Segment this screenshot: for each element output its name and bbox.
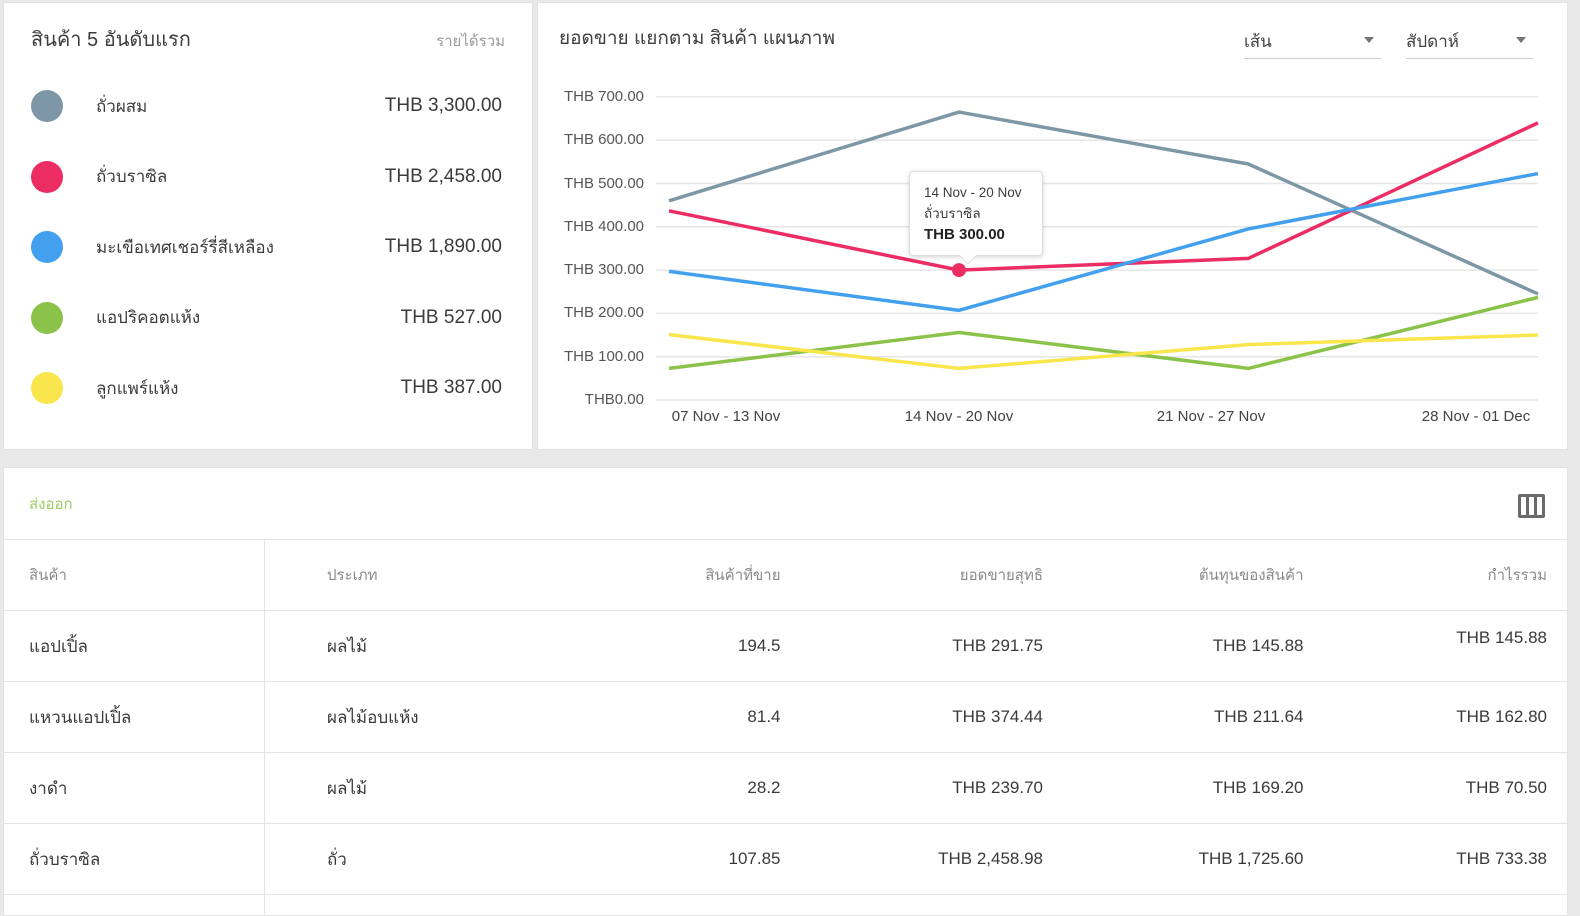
revenue-column-label: รายได้รวม bbox=[436, 29, 505, 53]
series-color-dot bbox=[31, 161, 63, 193]
line-chart: THB 700.00 THB 600.00 THB 500.00 THB 400.00… bbox=[556, 81, 1546, 437]
list-item: ถั่วผสม THB 3,300.00 bbox=[4, 73, 532, 139]
y-tick-label: THB0.00 bbox=[556, 391, 644, 408]
product-revenue: THB 2,458.00 bbox=[385, 166, 502, 188]
chevron-down-icon bbox=[1516, 37, 1526, 43]
export-button[interactable]: ส่งออก bbox=[29, 492, 73, 516]
tooltip-period: 14 Nov - 20 Nov bbox=[924, 182, 1042, 203]
x-tick-label: 28 Nov - 01 Dec bbox=[1422, 408, 1530, 425]
period-value: สัปดาห์ bbox=[1406, 32, 1459, 51]
sales-table: สินค้าประเภทสินค้าที่ขายยอดขายสุทธิต้นทุ… bbox=[4, 539, 1567, 916]
list-item: ถั่วบราซิล THB 2,458.00 bbox=[4, 144, 532, 210]
chart-type-value: เส้น bbox=[1244, 32, 1272, 51]
table-cell: ผลไม้อบแห้ง bbox=[265, 682, 526, 753]
table-header-row: สินค้าประเภทสินค้าที่ขายยอดขายสุทธิต้นทุ… bbox=[4, 540, 1567, 611]
table-cell: THB 169.20 bbox=[1046, 753, 1307, 824]
table-cell: THB 2,458.98 bbox=[786, 824, 1047, 895]
list-item: ลูกแพร์แห้ง THB 387.00 bbox=[4, 355, 532, 421]
top-products-card: สินค้า 5 อันดับแรก รายได้รวม ถั่วผสม THB … bbox=[3, 2, 533, 450]
top-products-title: สินค้า 5 อันดับแรก bbox=[31, 23, 191, 55]
column-header: ประเภท bbox=[265, 540, 526, 611]
table-cell: 194.5 bbox=[525, 611, 786, 682]
table-cell: THB 145.88 bbox=[1307, 603, 1568, 674]
table-cell: แอปเปิ้ล bbox=[4, 611, 265, 682]
list-item: แอปริคอตแห้ง THB 527.00 bbox=[4, 285, 532, 351]
y-tick-label: THB 100.00 bbox=[556, 348, 644, 365]
table-cell: THB 162.80 bbox=[1307, 682, 1568, 753]
column-header: สินค้าที่ขาย bbox=[525, 540, 786, 611]
column-header: ต้นทุนของสินค้า bbox=[1046, 540, 1307, 611]
chart-canvas bbox=[556, 81, 1546, 437]
product-name: ถั่วบราซิล bbox=[96, 163, 167, 190]
table-row bbox=[4, 895, 1567, 916]
table-cell: THB 239.70 bbox=[786, 753, 1047, 824]
y-tick-label: THB 300.00 bbox=[556, 261, 644, 278]
chart-type-dropdown[interactable]: เส้น bbox=[1244, 28, 1381, 59]
table-cell: งาดำ bbox=[4, 753, 265, 824]
chart-line bbox=[669, 112, 1538, 294]
chevron-down-icon bbox=[1364, 37, 1374, 43]
table-cell: 81.4 bbox=[525, 682, 786, 753]
chart-line bbox=[669, 123, 1538, 270]
product-revenue: THB 387.00 bbox=[401, 377, 502, 399]
y-tick-label: THB 500.00 bbox=[556, 175, 644, 192]
table-row: ถั่วบราซิลถั่ว107.85THB 2,458.98THB 1,72… bbox=[4, 824, 1567, 895]
y-tick-label: THB 200.00 bbox=[556, 304, 644, 321]
product-name: ลูกแพร์แห้ง bbox=[96, 375, 178, 402]
chart-title: ยอดขาย แยกตาม สินค้า แผนภาพ bbox=[559, 23, 835, 53]
column-header: กำไรรวม bbox=[1307, 540, 1568, 611]
y-tick-label: THB 600.00 bbox=[556, 131, 644, 148]
y-tick-label: THB 400.00 bbox=[556, 218, 644, 235]
x-tick-label: 14 Nov - 20 Nov bbox=[905, 408, 1013, 425]
product-name: ถั่วผสม bbox=[96, 93, 147, 120]
product-revenue: THB 1,890.00 bbox=[385, 236, 502, 258]
series-color-dot bbox=[31, 372, 63, 404]
highlighted-point bbox=[952, 263, 966, 277]
period-dropdown[interactable]: สัปดาห์ bbox=[1406, 28, 1533, 59]
table-cell: 107.85 bbox=[525, 824, 786, 895]
table-cell: THB 1,725.60 bbox=[1046, 824, 1307, 895]
list-item: มะเขือเทศเชอร์รี่สีเหลือง THB 1,890.00 bbox=[4, 214, 532, 280]
y-tick-label: THB 700.00 bbox=[556, 88, 644, 105]
table-cell: แหวนแอปเปิ้ล bbox=[4, 682, 265, 753]
table-cell: ถั่ว bbox=[265, 824, 526, 895]
product-name: แอปริคอตแห้ง bbox=[96, 304, 200, 331]
series-color-dot bbox=[31, 231, 63, 263]
chart-line bbox=[669, 174, 1538, 311]
table-cell: ถั่วบราซิล bbox=[4, 824, 265, 895]
column-header: สินค้า bbox=[4, 540, 265, 611]
x-tick-label: 07 Nov - 13 Nov bbox=[672, 408, 780, 425]
table-cell: THB 374.44 bbox=[786, 682, 1047, 753]
table-cell: THB 211.64 bbox=[1046, 682, 1307, 753]
table-row: งาดำผลไม้28.2THB 239.70THB 169.20THB 70.… bbox=[4, 753, 1567, 824]
table-cell: THB 70.50 bbox=[1307, 753, 1568, 824]
table-cell: ผลไม้ bbox=[265, 611, 526, 682]
columns-icon[interactable] bbox=[1518, 494, 1545, 518]
table-cell: THB 291.75 bbox=[786, 611, 1047, 682]
product-revenue: THB 527.00 bbox=[401, 307, 502, 329]
sales-chart-card: ยอดขาย แยกตาม สินค้า แผนภาพ เส้น สัปดาห์… bbox=[537, 2, 1568, 450]
tooltip-product: ถั่วบราซิล bbox=[924, 203, 1042, 224]
series-color-dot bbox=[31, 302, 63, 334]
x-tick-label: 21 Nov - 27 Nov bbox=[1157, 408, 1265, 425]
table-row: แหวนแอปเปิ้ลผลไม้อบแห้ง81.4THB 374.44THB… bbox=[4, 682, 1567, 753]
tooltip-value: THB 300.00 bbox=[924, 224, 1042, 245]
table-row: แอปเปิ้ลผลไม้194.5THB 291.75THB 145.88TH… bbox=[4, 611, 1567, 682]
table-cell: ผลไม้ bbox=[265, 753, 526, 824]
table-cell: 28.2 bbox=[525, 753, 786, 824]
series-color-dot bbox=[31, 90, 63, 122]
table-cell: THB 733.38 bbox=[1307, 824, 1568, 895]
product-name: มะเขือเทศเชอร์รี่สีเหลือง bbox=[96, 234, 274, 261]
column-header: ยอดขายสุทธิ bbox=[786, 540, 1047, 611]
chart-tooltip: 14 Nov - 20 Nov ถั่วบราซิล THB 300.00 bbox=[909, 171, 1043, 256]
product-revenue: THB 3,300.00 bbox=[385, 95, 502, 117]
table-cell: THB 145.88 bbox=[1046, 611, 1307, 682]
sales-table-panel: ส่งออก สินค้าประเภทสินค้าที่ขายยอดขายสุท… bbox=[3, 467, 1568, 916]
